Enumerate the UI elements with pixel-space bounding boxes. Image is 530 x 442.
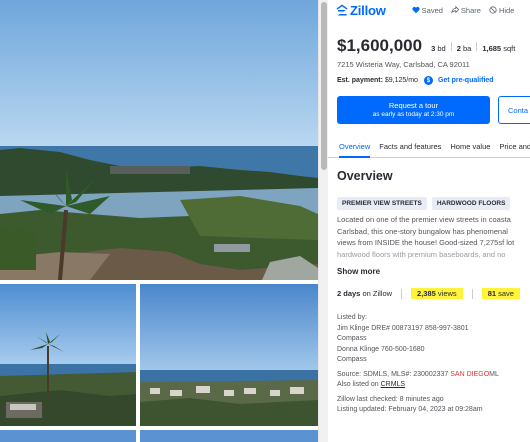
days-value: 2 days — [337, 289, 361, 298]
photo-thumbnail[interactable] — [140, 284, 318, 426]
mls-logo-suffix: ML — [489, 370, 499, 378]
photo-thumbnail[interactable] — [0, 430, 136, 442]
request-tour-button[interactable]: Request a tour as early as today at 2:30… — [337, 96, 490, 124]
hide-icon — [489, 6, 497, 14]
header-actions: Saved Share Hide — [412, 6, 514, 15]
listing-stats: 2 days on Zillow 2,385 views 81 save — [337, 288, 520, 299]
description-line: hardwood floors with premium baseboards,… — [337, 249, 506, 259]
price-row: $1,600,000 3 bd 2 ba 1,685 sqft — [337, 36, 515, 56]
views-label: views — [437, 289, 457, 298]
description-line: views from INSIDE the house! Good-sized … — [337, 238, 515, 247]
crmls-link[interactable]: CRMLS — [381, 381, 406, 388]
baths-unit: ba — [462, 44, 472, 53]
feature-chips: PREMIER VIEW STREETS HARDWOOD FLOORS — [337, 197, 511, 210]
panel-header: Zillow Saved Share Hide — [328, 0, 530, 20]
sqft-value: 1,685 — [482, 44, 502, 53]
divider — [476, 42, 478, 51]
mls-logo-text: SAN DIEGO — [450, 370, 490, 378]
main-photo[interactable] — [0, 0, 318, 280]
divider — [471, 288, 473, 299]
saves-count: 81 save — [481, 288, 520, 299]
also-listed-label: Also listed on — [337, 381, 379, 388]
agent-line: Jim Klinge DRE# 00873197 858-997-3801 — [337, 324, 469, 332]
views-value: 2,385 — [417, 289, 436, 298]
zillow-logo-icon — [336, 4, 348, 16]
contact-agent-button[interactable]: Conta — [498, 96, 530, 124]
estimated-payment: Est. payment: $9,125/mo $ Get pre-qualif… — [337, 76, 494, 85]
days-label: on Zillow — [362, 289, 393, 298]
save-label: Saved — [421, 5, 443, 15]
share-icon — [451, 6, 459, 14]
brand-name: Zillow — [350, 2, 386, 18]
photo-thumbnail[interactable] — [0, 284, 136, 426]
hide-button[interactable]: Hide — [489, 6, 514, 15]
listing-address: 7215 Wisteria Way, Carlsbad, CA 92011 — [337, 60, 470, 69]
description-line: Carlsbad, this one-story bungalow has ph… — [337, 226, 508, 236]
views-count: 2,385 views — [411, 288, 463, 299]
listing-price: $1,600,000 — [337, 36, 423, 55]
saves-value: 81 — [487, 289, 497, 298]
sqft-unit: sqft — [503, 44, 516, 53]
heart-icon — [412, 6, 420, 14]
tab-home-value[interactable]: Home value — [450, 134, 490, 158]
hide-label: Hide — [498, 5, 515, 15]
listed-by-heading: Listed by: — [337, 314, 367, 321]
saves-label: save — [498, 289, 514, 298]
request-tour-label: Request a tour — [388, 101, 439, 110]
tab-overview[interactable]: Overview — [339, 134, 371, 158]
est-payment-value: $9,125/mo — [384, 77, 418, 84]
save-button[interactable]: Saved — [412, 6, 443, 15]
photo-thumbnail[interactable] — [140, 430, 318, 442]
beds-unit: bd — [437, 44, 446, 53]
gallery-scrollbar[interactable] — [318, 0, 328, 442]
dollar-icon: $ — [423, 76, 433, 85]
share-label: Share — [460, 5, 481, 15]
est-payment-label: Est. payment: — [337, 77, 383, 84]
listing-page: Zillow Saved Share Hide $1,600,000 3 bd … — [0, 0, 530, 442]
zillow-logo[interactable]: Zillow — [336, 3, 386, 18]
tab-facts-features[interactable]: Facts and features — [379, 134, 441, 158]
agent-line: Donna Klinge 760-500-1680 — [337, 345, 425, 353]
feature-chip: HARDWOOD FLOORS — [431, 197, 511, 210]
request-tour-sublabel: as early as today at 2:30 pm — [372, 111, 455, 118]
listing-description: Located on one of the premier view stree… — [337, 214, 530, 260]
scrollbar-thumb[interactable] — [321, 2, 327, 170]
share-button[interactable]: Share — [451, 6, 481, 15]
beds-value: 3 — [431, 44, 436, 53]
source-prefix: Source: SDMLS, MLS#: 230002337 — [337, 370, 449, 378]
also-listed-line: Also listed on CRMLS — [337, 380, 499, 391]
description-line: Located on one of the premier view stree… — [337, 215, 511, 224]
broker-line: Compass — [337, 356, 367, 363]
baths-value: 2 — [456, 44, 461, 53]
listing-updated: Listing updated: February 04, 2023 at 09… — [337, 406, 483, 413]
broker-line: Compass — [337, 335, 367, 342]
days-on-zillow: 2 days on Zillow — [337, 289, 392, 298]
source-line: Source: SDMLS, MLS#: 230002337 SAN DIEGO… — [337, 370, 499, 381]
photo-gallery — [0, 0, 318, 442]
home-facts: 3 bd 2 ba 1,685 sqft — [431, 42, 515, 53]
divider — [401, 288, 403, 299]
prequalify-link[interactable]: Get pre-qualified — [438, 77, 494, 84]
listing-info: Listed by: Jim Klinge DRE# 00873197 858-… — [337, 313, 499, 416]
divider — [450, 42, 452, 51]
show-more-button[interactable]: Show more — [337, 267, 380, 276]
last-checked: Zillow last checked: 8 minutes ago — [337, 395, 444, 403]
tab-price-history[interactable]: Price and — [499, 134, 530, 158]
overview-heading: Overview — [337, 169, 393, 183]
details-panel: Zillow Saved Share Hide $1,600,000 3 bd … — [328, 0, 530, 442]
detail-tabs: Overview Facts and features Home value P… — [328, 134, 530, 158]
feature-chip: PREMIER VIEW STREETS — [337, 197, 427, 210]
